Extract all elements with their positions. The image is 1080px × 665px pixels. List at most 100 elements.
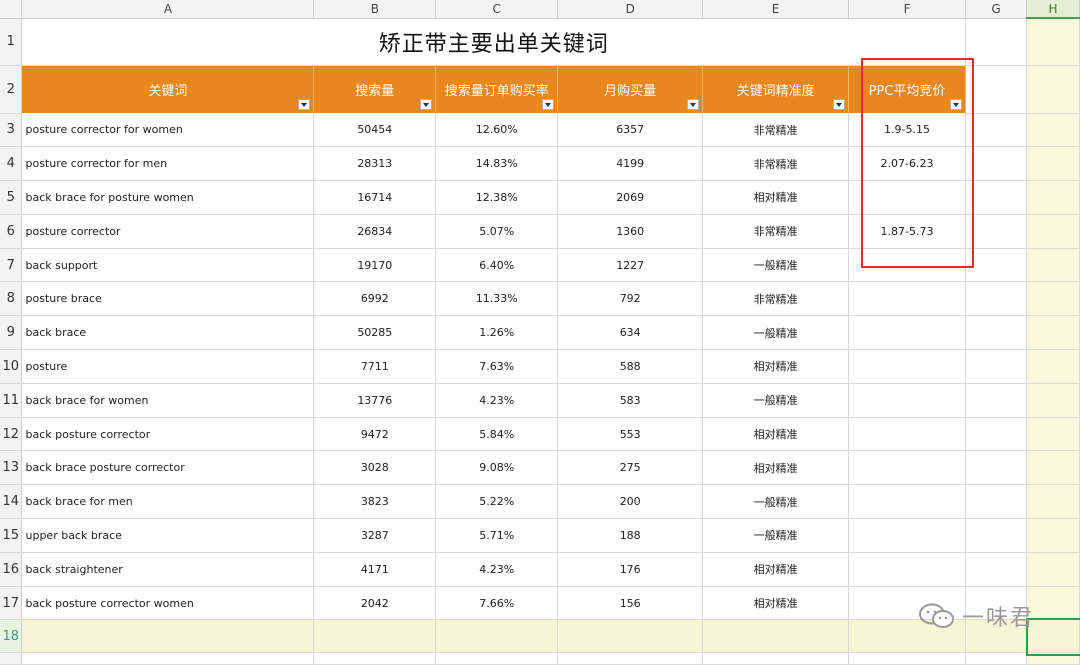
header-ppc-bid[interactable]: PPC平均竞价 [848, 65, 967, 113]
search-volume-cell[interactable]: 6992 [313, 281, 437, 317]
ppc-bid-cell[interactable] [848, 450, 967, 486]
cell[interactable] [1026, 586, 1080, 621]
cell[interactable] [1026, 484, 1080, 520]
precision-cell[interactable]: 非常精准 [702, 214, 850, 249]
cell[interactable] [1026, 113, 1080, 148]
keyword-cell[interactable]: posture corrector [21, 214, 315, 249]
cell[interactable] [557, 619, 704, 654]
row-header[interactable]: 9 [0, 315, 23, 351]
precision-cell[interactable]: 非常精准 [702, 113, 850, 148]
keyword-cell[interactable]: upper back brace [21, 518, 315, 553]
conversion-rate-cell[interactable]: 7.66% [435, 586, 559, 621]
cell[interactable] [965, 417, 1027, 452]
filter-dropdown-icon[interactable] [833, 99, 846, 110]
cell[interactable] [965, 349, 1027, 384]
cell[interactable] [965, 214, 1027, 249]
ppc-bid-cell[interactable]: 1.87-5.73 [848, 214, 967, 249]
search-volume-cell[interactable]: 3028 [313, 450, 437, 486]
column-header-a[interactable]: A [21, 0, 315, 19]
monthly-purchases-cell[interactable]: 2069 [557, 180, 704, 215]
precision-cell[interactable]: 一般精准 [702, 248, 850, 283]
cell[interactable] [21, 619, 315, 654]
ppc-bid-cell[interactable] [848, 383, 967, 418]
row-header[interactable]: 4 [0, 146, 23, 182]
monthly-purchases-cell[interactable]: 156 [557, 586, 704, 621]
monthly-purchases-cell[interactable]: 275 [557, 450, 704, 486]
filter-dropdown-icon[interactable] [542, 99, 555, 110]
cell[interactable] [1026, 214, 1080, 249]
cell[interactable] [702, 619, 850, 654]
keyword-cell[interactable]: posture brace [21, 281, 315, 317]
row-header[interactable]: 14 [0, 484, 23, 520]
keyword-cell[interactable]: back straightener [21, 552, 315, 587]
cell[interactable] [1026, 349, 1080, 384]
precision-cell[interactable]: 非常精准 [702, 281, 850, 317]
row-header[interactable]: 13 [0, 450, 23, 486]
precision-cell[interactable]: 一般精准 [702, 383, 850, 418]
keyword-cell[interactable]: back brace posture corrector [21, 450, 315, 486]
cell[interactable] [702, 652, 850, 665]
cell[interactable] [965, 180, 1027, 215]
precision-cell[interactable]: 相对精准 [702, 552, 850, 587]
cell[interactable] [1026, 450, 1080, 486]
ppc-bid-cell[interactable] [848, 484, 967, 520]
search-volume-cell[interactable]: 9472 [313, 417, 437, 452]
row-header-2[interactable]: 2 [0, 65, 23, 114]
search-volume-cell[interactable]: 28313 [313, 146, 437, 182]
keyword-cell[interactable]: back posture corrector [21, 417, 315, 452]
monthly-purchases-cell[interactable]: 6357 [557, 113, 704, 148]
row-header[interactable]: 17 [0, 586, 23, 621]
cell[interactable] [1026, 383, 1080, 418]
search-volume-cell[interactable]: 2042 [313, 586, 437, 621]
monthly-purchases-cell[interactable]: 588 [557, 349, 704, 384]
cell[interactable] [21, 652, 315, 665]
ppc-bid-cell[interactable] [848, 349, 967, 384]
search-volume-cell[interactable]: 3823 [313, 484, 437, 520]
cell[interactable] [965, 518, 1027, 553]
precision-cell[interactable]: 一般精准 [702, 518, 850, 553]
conversion-rate-cell[interactable]: 5.84% [435, 417, 559, 452]
keyword-cell[interactable]: back brace [21, 315, 315, 351]
column-header-g[interactable]: G [965, 0, 1027, 19]
cell[interactable] [435, 619, 559, 654]
ppc-bid-cell[interactable] [848, 518, 967, 553]
cell[interactable] [965, 18, 1027, 66]
monthly-purchases-cell[interactable]: 1360 [557, 214, 704, 249]
conversion-rate-cell[interactable]: 11.33% [435, 281, 559, 317]
monthly-purchases-cell[interactable]: 176 [557, 552, 704, 587]
keyword-cell[interactable]: posture [21, 349, 315, 384]
cell[interactable] [965, 113, 1027, 148]
row-header-18[interactable]: 18 [0, 619, 23, 654]
filter-dropdown-icon[interactable] [687, 99, 700, 110]
cell[interactable] [1026, 18, 1080, 66]
filter-dropdown-icon[interactable] [298, 99, 311, 110]
header-monthly-purchases[interactable]: 月购买量 [557, 65, 704, 113]
ppc-bid-cell[interactable] [848, 417, 967, 452]
column-header-f[interactable]: F [848, 0, 967, 19]
monthly-purchases-cell[interactable]: 4199 [557, 146, 704, 182]
row-header[interactable]: 5 [0, 180, 23, 215]
precision-cell[interactable]: 相对精准 [702, 450, 850, 486]
conversion-rate-cell[interactable]: 7.63% [435, 349, 559, 384]
column-header-b[interactable]: B [313, 0, 437, 19]
precision-cell[interactable]: 相对精准 [702, 417, 850, 452]
ppc-bid-cell[interactable] [848, 315, 967, 351]
row-header[interactable]: 10 [0, 349, 23, 384]
cell[interactable] [557, 652, 704, 665]
cell[interactable] [965, 383, 1027, 418]
conversion-rate-cell[interactable]: 12.38% [435, 180, 559, 215]
row-header[interactable]: 12 [0, 417, 23, 452]
monthly-purchases-cell[interactable]: 583 [557, 383, 704, 418]
cell[interactable] [965, 484, 1027, 520]
row-header[interactable]: 7 [0, 248, 23, 283]
conversion-rate-cell[interactable]: 14.83% [435, 146, 559, 182]
cell[interactable] [1026, 65, 1080, 114]
conversion-rate-cell[interactable]: 12.60% [435, 113, 559, 148]
ppc-bid-cell[interactable] [848, 180, 967, 215]
cell[interactable] [313, 619, 437, 654]
conversion-rate-cell[interactable]: 5.22% [435, 484, 559, 520]
precision-cell[interactable]: 相对精准 [702, 586, 850, 621]
row-header[interactable]: 16 [0, 552, 23, 587]
ppc-bid-cell[interactable]: 1.9-5.15 [848, 113, 967, 148]
header-precision[interactable]: 关键词精准度 [702, 65, 850, 113]
